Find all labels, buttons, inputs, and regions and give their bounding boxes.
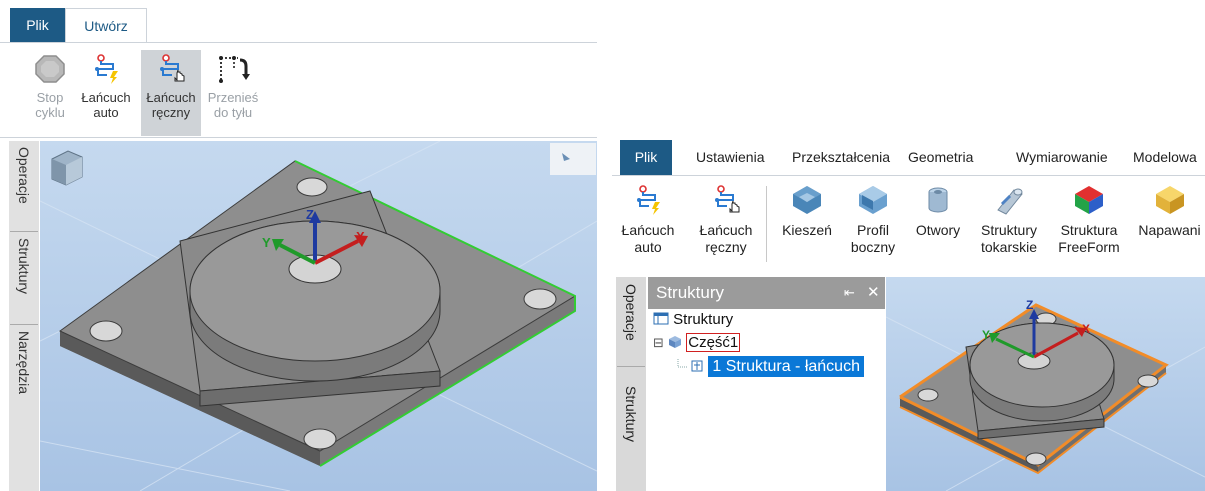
freeform-label-1: Struktura (1060, 222, 1118, 238)
freeform-button[interactable]: Struktura FreeForm (1051, 184, 1127, 256)
left-ribbon-tabbar: Plik Utwórz (0, 0, 597, 42)
part-cube-icon (669, 336, 682, 348)
side-tab-operacje-label: Operacje (16, 147, 32, 204)
right-3d-viewport[interactable]: Z X Y (886, 277, 1205, 491)
chain-manual-right-label-1: Łańcuch (699, 222, 753, 238)
chain-manual-button-right[interactable]: Łańcuch ręczny (690, 184, 762, 256)
tab-wymiarowanie[interactable]: Wymiarowanie (1016, 140, 1108, 175)
chain-manual-label-2: ręczny (151, 105, 191, 120)
move-back-icon (219, 56, 250, 83)
tree-item-struktury[interactable]: Struktury (653, 310, 733, 330)
side-tab-operacje[interactable]: Operacje (9, 141, 39, 231)
deposition-button[interactable]: Napawani (1134, 184, 1205, 239)
stop-cycle-label-1: Stop (36, 90, 64, 105)
tree-item-struktura-lancuch[interactable]: 1 Struktura - łańcuch (676, 356, 864, 377)
stop-octagon-icon (35, 55, 65, 83)
chain-manual-label-1: Łańcuch (146, 90, 196, 105)
side-profile-label-1: Profil (857, 222, 889, 238)
chain-manual-right-label-2: ręczny (705, 239, 747, 255)
tree-item-czesc1[interactable]: ⊟ Część1 (653, 333, 741, 353)
collapse-icon[interactable]: ⊟ (653, 335, 664, 350)
axis-label-x-right: X (1082, 322, 1090, 336)
chain-manual-button[interactable]: Łańcuch ręczny (141, 50, 201, 136)
chain-structure-icon (691, 360, 703, 372)
pocket-icon (793, 186, 821, 214)
right-viewport-canvas: Z X Y (886, 277, 1205, 491)
pocket-button[interactable]: Kieszeń (777, 184, 837, 239)
chain-manual-icon (160, 54, 185, 82)
view-mode-icon[interactable] (550, 143, 596, 175)
tab-geometria[interactable]: Geometria (908, 140, 973, 175)
structures-panel-title: Struktury (656, 283, 725, 302)
turning-features-button[interactable]: Struktury tokarskie (974, 184, 1044, 256)
chain-auto-label-2: auto (93, 105, 119, 120)
stop-cycle-label-2: cyklu (35, 105, 65, 120)
tree-item-struktura-lancuch-label: 1 Struktura - łańcuch (708, 356, 864, 377)
side-tab-narzedzia[interactable]: Narzędzia (9, 325, 39, 425)
axis-label-x: X (356, 229, 365, 244)
axis-label-z-right: Z (1026, 298, 1033, 312)
move-back-label-2: do tyłu (213, 105, 253, 120)
side-tab-struktury-right-label: Struktury (623, 386, 639, 443)
holes-icon (928, 187, 948, 213)
move-back-button[interactable]: Przenieś do tyłu (203, 50, 263, 136)
chain-auto-right-label-2: auto (634, 239, 662, 255)
chain-auto-right-label-1: Łańcuch (621, 222, 675, 238)
tab-utworz[interactable]: Utwórz (65, 8, 147, 42)
chain-auto-button[interactable]: Łańcuch auto (76, 50, 136, 136)
left-3d-viewport[interactable]: Z X Y (40, 141, 597, 491)
pin-icon[interactable]: ⇤ (844, 277, 855, 309)
freeform-label-2: FreeForm (1058, 239, 1120, 255)
chain-manual-icon (715, 185, 740, 213)
tree-item-czesc1-label: Część1 (686, 333, 741, 352)
side-profile-label-2: boczny (850, 239, 896, 255)
side-tab-struktury-right[interactable]: Struktury (616, 380, 646, 480)
close-icon[interactable]: ✕ (867, 277, 880, 309)
tab-plik[interactable]: Plik (10, 8, 65, 42)
chain-auto-label-1: Łańcuch (81, 90, 131, 105)
turning-features-icon (997, 188, 1023, 215)
turning-features-label-2: tokarskie (980, 239, 1038, 255)
side-profile-icon (859, 186, 887, 214)
side-tab-struktury-label: Struktury (16, 238, 32, 295)
freeform-icon (1075, 186, 1103, 214)
pocket-label: Kieszeń (782, 222, 832, 238)
side-tab-narzedzia-label: Narzędzia (16, 331, 32, 395)
side-tab-operacje-right-label: Operacje (623, 284, 639, 341)
tab-modelowanie[interactable]: Modelowa (1133, 140, 1197, 175)
move-back-label-1: Przenieś (207, 90, 259, 105)
axis-label-y: Y (262, 235, 271, 250)
stop-cycle-button[interactable]: Stop cyklu (20, 50, 80, 136)
tab-ustawienia[interactable]: Ustawienia (696, 140, 764, 175)
tab-przeksztalcenia[interactable]: Przekształcenia (792, 140, 890, 175)
structures-panel-header: Struktury ⇤ ✕ (648, 277, 885, 309)
axis-label-z: Z (306, 207, 314, 222)
tree-item-struktury-label: Struktury (673, 311, 734, 328)
chain-auto-icon (637, 185, 660, 215)
holes-button[interactable]: Otwory (909, 184, 967, 239)
tree-connector-icon (677, 359, 688, 368)
chain-auto-icon (95, 54, 118, 84)
deposition-icon (1155, 186, 1184, 214)
ribbon-separator (766, 186, 767, 262)
side-tab-divider (617, 366, 645, 367)
structure-folder-icon (653, 312, 669, 325)
turning-features-label-1: Struktury (980, 222, 1037, 238)
deposition-label: Napawani (1138, 222, 1201, 238)
right-ribbon-tabbar: Plik Ustawienia Przekształcenia Geometri… (612, 140, 1205, 176)
side-tab-struktury[interactable]: Struktury (9, 232, 39, 324)
left-viewport-canvas: Z X Y (40, 141, 597, 491)
side-profile-button[interactable]: Profil boczny (842, 184, 904, 256)
side-tab-operacje-right[interactable]: Operacje (616, 278, 646, 366)
holes-label: Otwory (915, 222, 961, 238)
tab-plik-right[interactable]: Plik (620, 140, 672, 175)
chain-auto-button-right[interactable]: Łańcuch auto (612, 184, 684, 256)
axis-label-y-right: Y (982, 328, 990, 342)
